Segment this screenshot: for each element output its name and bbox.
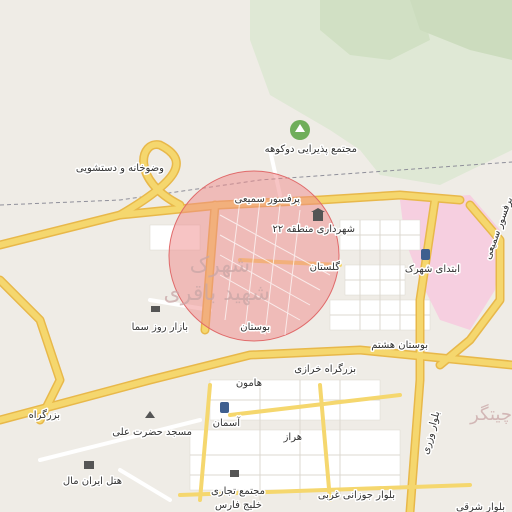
label-ebtedaye-shahrak[interactable]: ابتدای شهرک — [403, 263, 461, 277]
label-road-boostan-hashtom: بوستان هشتم — [371, 340, 428, 351]
map-canvas: مجتمع پذیرایی دوکوهه وضوخانه و دستشویی پ… — [0, 0, 512, 512]
label-road-samiei: پرفسور سمیعی — [234, 194, 300, 205]
bus-icon[interactable] — [421, 249, 430, 260]
label-dokuheh[interactable]: مجتمع پذیرایی دوکوهه — [263, 143, 358, 157]
label-shahrak: شهرک — [190, 253, 250, 278]
label-road-javazani: بلوار جوزانی غربی — [318, 490, 395, 501]
shopping-cart-icon[interactable] — [151, 306, 160, 312]
label-road-bozorgrah: بزرگراه — [29, 409, 60, 421]
label-khalij[interactable]: خلیج فارس — [213, 499, 263, 512]
label-road-hamoon: هامون — [236, 378, 262, 389]
label-road-heraz: هراز — [283, 432, 302, 443]
label-wc[interactable]: وضوخانه و دستشویی — [74, 162, 165, 176]
shopping-cart-icon[interactable] — [230, 470, 239, 477]
label-road-aseman: آسمان — [213, 416, 242, 429]
label-bazar-rooz[interactable]: بازار روز سما — [130, 321, 189, 335]
bus-icon[interactable] — [220, 402, 229, 413]
label-masjed[interactable]: مسجد حضرت علی — [111, 426, 194, 440]
label-road-boostan: بوستان — [240, 322, 270, 333]
label-shahid: شهید باقری — [164, 281, 270, 306]
label-municipality[interactable]: شهرداری منطقه ۲۲ — [271, 223, 357, 237]
label-road-golestan: گلستان — [310, 261, 341, 273]
hotel-icon[interactable] — [84, 461, 94, 469]
label-road-sharghi: بلوار شرقی — [456, 502, 505, 512]
tree-icon — [290, 120, 310, 140]
map-view[interactable]: مجتمع پذیرایی دوکوهه وضوخانه و دستشویی پ… — [0, 0, 512, 512]
label-chitgar: چیتگر — [469, 403, 512, 425]
label-tejari[interactable]: مجتمع تجاری — [209, 485, 266, 499]
label-hotel[interactable]: هتل ایران مال — [61, 475, 123, 489]
label-road-khorazi: بزرگراه خرازی — [294, 363, 356, 375]
